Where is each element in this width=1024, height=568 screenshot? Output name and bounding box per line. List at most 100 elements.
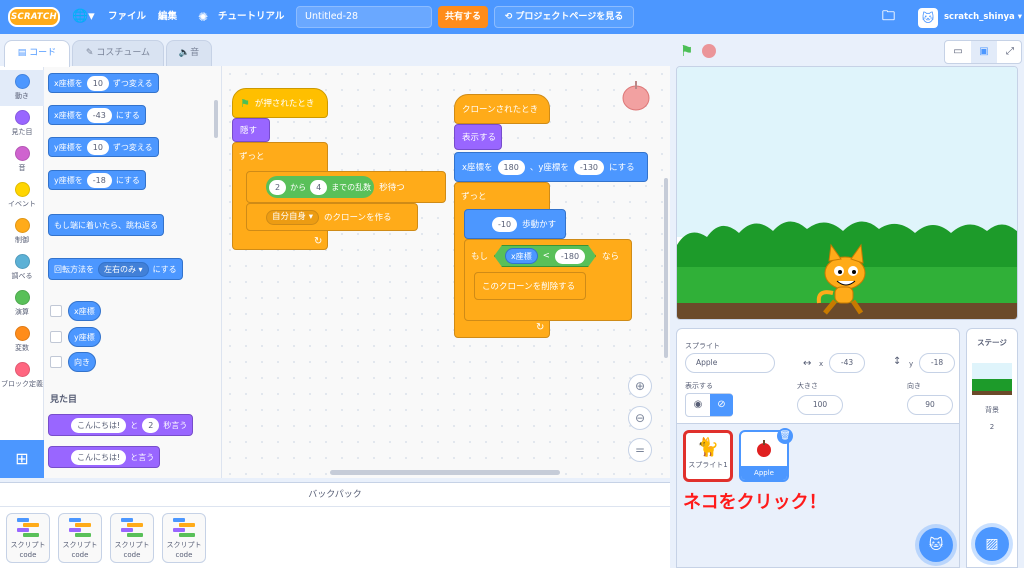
direction-reporter[interactable]: 向き (68, 352, 96, 372)
block-input[interactable]: 180 (497, 159, 525, 175)
stage[interactable] (676, 66, 1018, 320)
delete-clone-block[interactable]: このクローンを削除する (474, 272, 586, 300)
share-button[interactable]: 共有する (438, 6, 488, 28)
size-input[interactable]: 100 (797, 395, 843, 415)
choose-sprite-button[interactable]: 🐱 (919, 528, 953, 562)
set-x-block[interactable]: x座標を -43 にする (48, 105, 146, 125)
tab-costumes[interactable]: ✎ コスチューム (72, 40, 164, 66)
pick-random-operator[interactable]: 2 から 4 までの乱数 (266, 176, 375, 198)
block-input[interactable]: -43 (86, 107, 112, 123)
category-item[interactable]: 変数 (0, 322, 44, 358)
file-menu[interactable]: ファイル (108, 0, 146, 34)
block-input[interactable]: 2 (269, 179, 287, 195)
category-item[interactable]: 音 (0, 142, 44, 178)
zoom-reset-button[interactable]: = (628, 438, 652, 462)
stage-selector[interactable]: ステージ 背景 2 ▨ (966, 328, 1018, 568)
rotation-dropdown[interactable]: 左右のみ ▾ (98, 261, 149, 277)
zoom-in-button[interactable]: ⊕ (628, 374, 652, 398)
set-y-block[interactable]: y座標を -18 にする (48, 170, 146, 190)
rotation-style-block[interactable]: 回転方法を 左右のみ ▾ にする (48, 258, 183, 280)
wait-random-block[interactable]: 2 から 4 までの乱数 秒待つ (246, 171, 446, 203)
backpack-item[interactable]: スクリプト code (162, 513, 206, 563)
cat-sprite[interactable] (813, 243, 873, 315)
when-flag-clicked-block[interactable]: ⚑ が押されたとき (232, 88, 328, 118)
backpack-header[interactable]: バックパック (0, 483, 670, 507)
choose-backdrop-button[interactable]: ▨ (975, 527, 1009, 561)
edit-menu[interactable]: 編集 (158, 0, 177, 34)
y-position-input[interactable]: -18 (919, 353, 955, 373)
category-item[interactable]: イベント (0, 178, 44, 214)
folder-icon[interactable]: 🗀 (882, 0, 895, 34)
direction-reporter-checkbox[interactable] (50, 356, 62, 368)
say-block[interactable]: こんにちは! と言う (48, 446, 161, 468)
category-item[interactable]: ブロック定義 (0, 358, 44, 394)
sprite-tile-cat[interactable]: 🐈 スプライト1 (683, 430, 733, 482)
vertical-scrollbar[interactable] (664, 178, 668, 358)
horizontal-scrollbar[interactable] (330, 470, 560, 475)
small-stage-icon[interactable]: ▭ (945, 41, 971, 63)
backpack-item[interactable]: スクリプト code (6, 513, 50, 563)
category-item[interactable]: 演算 (0, 286, 44, 322)
clone-target-dropdown[interactable]: 自分自身 ▾ (266, 209, 319, 225)
when-cloned-block[interactable]: クローンされたとき (454, 94, 550, 124)
block-input[interactable]: -130 (573, 159, 604, 175)
block-input[interactable]: -180 (555, 249, 585, 264)
block-input[interactable]: -10 (492, 216, 518, 232)
backpack-item[interactable]: スクリプト code (58, 513, 102, 563)
block-input[interactable]: -18 (86, 172, 112, 188)
show-block[interactable]: 表示する (454, 124, 502, 150)
move-steps-block[interactable]: -10 歩動かす (464, 209, 566, 239)
eye-hidden-icon[interactable]: ⊘ (710, 394, 733, 416)
x-reporter-checkbox[interactable] (50, 305, 62, 317)
username[interactable]: scratch_shinya ▾ (944, 0, 1022, 34)
y-reporter-checkbox[interactable] (50, 331, 62, 343)
tutorials-menu[interactable]: チュートリアル (218, 0, 284, 34)
category-item[interactable]: 調べる (0, 250, 44, 286)
change-y-block[interactable]: y座標を 10 ずつ変える (48, 137, 159, 157)
category-item[interactable]: 見た目 (0, 106, 44, 142)
green-flag-button[interactable]: ⚑ (680, 42, 693, 60)
zoom-out-button[interactable]: ⊖ (628, 406, 652, 430)
go-to-xy-block[interactable]: x座標を 180 、y座標を -130 にする (454, 152, 648, 182)
category-label: 演算 (15, 308, 29, 316)
project-title-input[interactable]: Untitled-28 (296, 6, 432, 28)
say-for-secs-block[interactable]: こんにちは! と 2 秒言う (48, 414, 194, 436)
eye-icon[interactable]: ◉ (686, 394, 710, 416)
avatar[interactable]: 🐱 (918, 8, 938, 28)
direction-input[interactable]: 90 (907, 395, 953, 415)
block-input[interactable]: こんにちは! (71, 417, 127, 433)
change-x-block[interactable]: x座標を 10 ずつ変える (48, 73, 159, 93)
x-position-input[interactable]: -43 (829, 353, 865, 373)
create-clone-block[interactable]: 自分自身 ▾ のクローンを作る (246, 203, 418, 231)
backpack-item[interactable]: スクリプト code (110, 513, 154, 563)
block-input[interactable]: 2 (142, 417, 160, 433)
fullscreen-icon[interactable]: ⤢ (997, 41, 1023, 63)
normal-stage-icon[interactable]: ▣ (971, 41, 997, 63)
see-project-page-button[interactable]: ⟲ プロジェクトページを見る (494, 6, 634, 28)
scratch-logo[interactable]: SCRATCH (8, 7, 60, 27)
category-item[interactable]: 動き (0, 70, 44, 106)
cat-plus-icon: 🐱 (928, 537, 944, 553)
y-reporter[interactable]: y座標 (68, 327, 101, 347)
stage-thumbnail[interactable] (972, 363, 1012, 395)
script-area[interactable]: ⚑ が押されたとき 隠す ずっと 2 から 4 までの乱数 秒待つ 自分自身 ▾ のクローン… (222, 66, 670, 478)
tab-sounds[interactable]: 🔈音 (166, 40, 212, 66)
add-extension-button[interactable]: ⊞ (0, 440, 44, 478)
x-position-reporter[interactable]: x座標 (505, 248, 538, 264)
delete-sprite-icon[interactable]: 🗑 (777, 428, 793, 444)
block-input[interactable]: 10 (86, 75, 109, 91)
globe-icon[interactable]: 🌐▾ (72, 0, 95, 34)
green-flag-icon: ⚑ (240, 96, 250, 110)
category-item[interactable]: 制御 (0, 214, 44, 250)
hide-block[interactable]: 隠す (232, 118, 270, 142)
block-input[interactable]: 4 (310, 179, 328, 195)
block-input[interactable]: こんにちは! (71, 449, 127, 465)
x-reporter[interactable]: x座標 (68, 301, 101, 321)
stop-button[interactable] (702, 44, 716, 58)
sprite-name-input[interactable]: Apple (685, 353, 775, 373)
block-input[interactable]: 10 (86, 139, 109, 155)
less-than-operator[interactable]: x座標 < -180 (494, 245, 596, 267)
bounce-block[interactable]: もし端に着いたら、跳ね返る (48, 214, 164, 236)
tab-code[interactable]: ▤ コード (4, 40, 70, 67)
palette-scrollbar[interactable] (214, 100, 218, 138)
